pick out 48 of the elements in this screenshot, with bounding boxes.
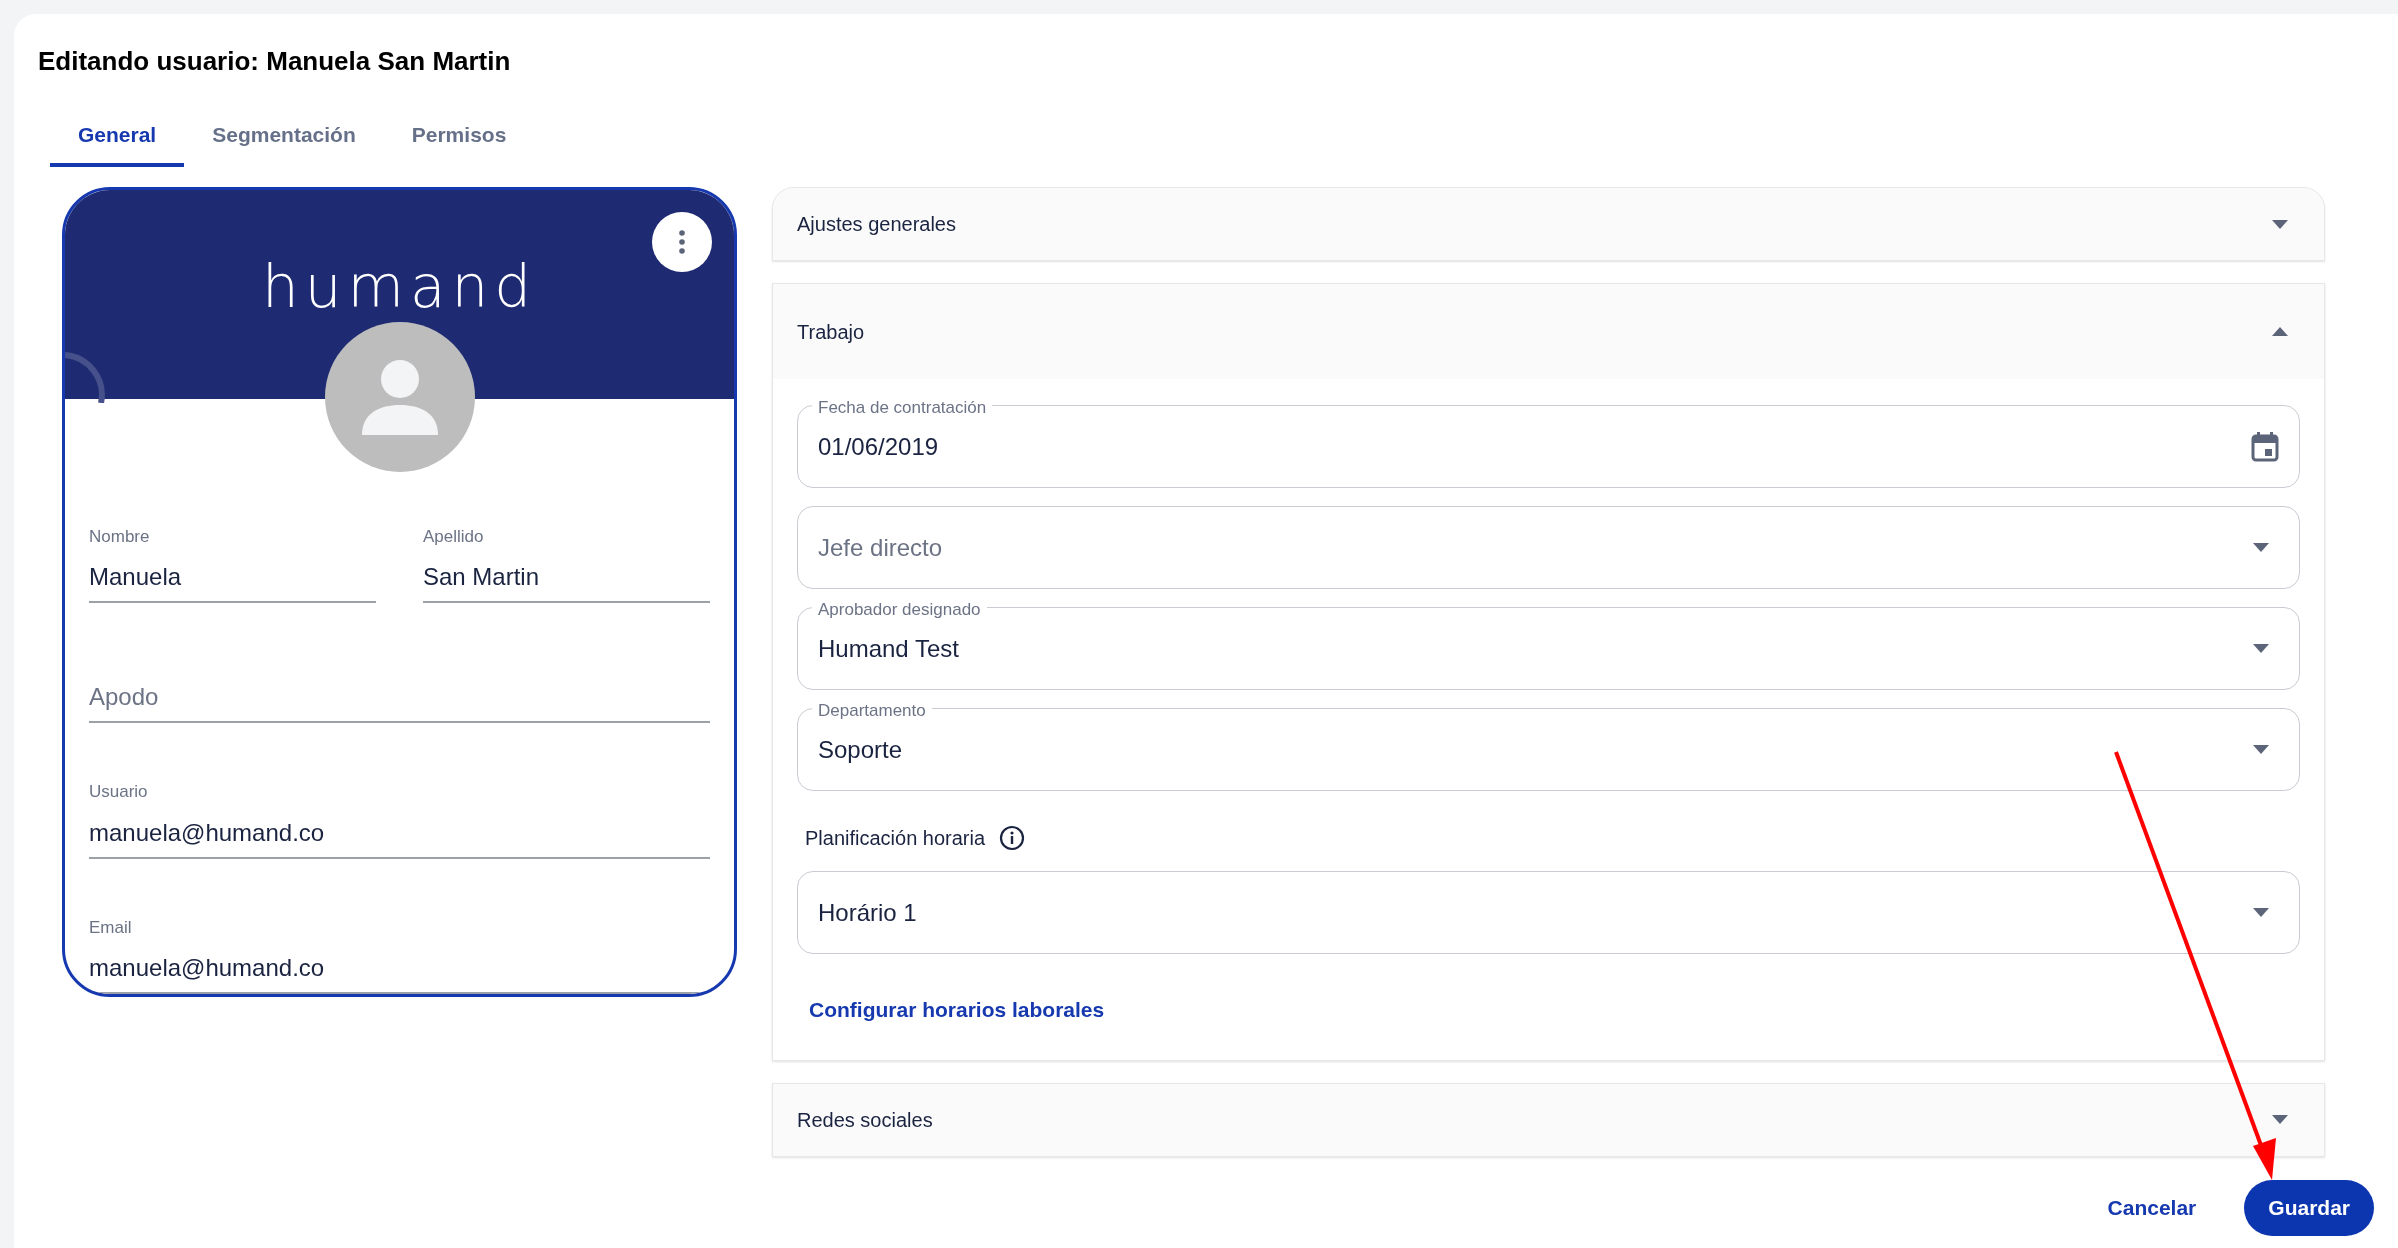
caret-down-icon bbox=[2253, 745, 2269, 754]
save-button[interactable]: Guardar bbox=[2244, 1180, 2374, 1236]
field-value: Horário 1 bbox=[818, 897, 917, 928]
field-placeholder: Jefe directo bbox=[818, 532, 943, 563]
caret-down-icon bbox=[2253, 644, 2269, 653]
accordion-title: Trabajo bbox=[797, 319, 865, 345]
accordion-title: Ajustes generales bbox=[797, 212, 956, 237]
caret-down-icon bbox=[2272, 219, 2288, 229]
cancel-button[interactable]: Cancelar bbox=[2083, 1180, 2221, 1236]
field-value: manuela@humand.co bbox=[89, 817, 326, 848]
field-placeholder: Apodo bbox=[89, 682, 160, 712]
page-title: Editando usuario: Manuela San Martin bbox=[37, 45, 512, 78]
tab[interactable]: Segmentación bbox=[184, 107, 384, 167]
field-label: Apellido bbox=[423, 525, 485, 548]
logo-text: humand bbox=[261, 258, 538, 316]
field-label: Usuario bbox=[89, 781, 149, 803]
accordion-header[interactable]: Ajustes generales bbox=[773, 188, 2324, 260]
field-label: Email bbox=[89, 916, 133, 939]
field-label: Nombre bbox=[89, 525, 151, 548]
select-field[interactable]: Jefe directo bbox=[797, 506, 2300, 589]
field-value: 01/06/2019 bbox=[818, 431, 939, 462]
tab[interactable]: Permisos bbox=[383, 107, 535, 167]
more-options-button[interactable] bbox=[652, 212, 712, 272]
select-field[interactable]: Horário 1 bbox=[797, 871, 2300, 954]
caret-up-icon bbox=[2272, 327, 2288, 336]
accordion-title: Redes sociales bbox=[797, 1107, 933, 1133]
info-icon[interactable] bbox=[999, 825, 1026, 851]
text-field[interactable]: Email manuela@humand.co bbox=[89, 914, 710, 994]
name-field[interactable]: Apellido San Martin bbox=[423, 523, 710, 603]
caret-down-icon bbox=[2272, 1115, 2288, 1124]
section-label: Planificación horaria bbox=[805, 826, 986, 851]
field-value: manuela@humand.co bbox=[89, 953, 326, 983]
text-field[interactable]: Usuario manuela@humand.co bbox=[89, 779, 710, 859]
name-field[interactable]: Nombre Manuela bbox=[89, 523, 376, 603]
calendar-icon[interactable] bbox=[2251, 431, 2279, 462]
configure-link[interactable]: Configurar horarios laborales bbox=[797, 994, 1117, 1026]
accordion-header[interactable]: Trabajo bbox=[773, 284, 2324, 379]
accordion-header[interactable]: Redes sociales bbox=[773, 1083, 2324, 1156]
more-vertical-icon bbox=[679, 230, 685, 254]
decorative-arc bbox=[65, 350, 105, 403]
field-value: Manuela bbox=[89, 562, 183, 592]
caret-down-icon bbox=[2253, 543, 2269, 552]
field-value: Soporte bbox=[818, 734, 903, 765]
text-field[interactable]: Apodo bbox=[89, 679, 710, 723]
field-value: San Martin bbox=[423, 562, 541, 592]
field-value: Humand Test bbox=[818, 633, 959, 664]
tab[interactable]: General bbox=[50, 107, 185, 167]
caret-down-icon bbox=[2253, 908, 2269, 917]
